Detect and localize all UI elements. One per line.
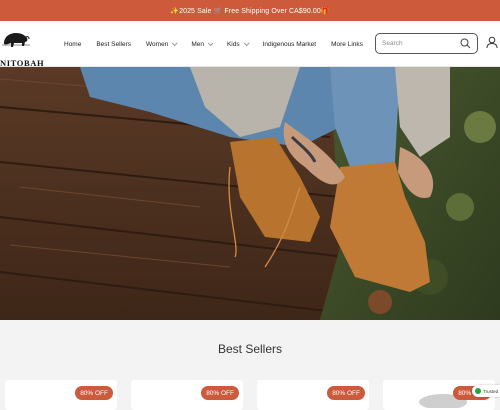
section-title: Best Sellers	[217, 342, 283, 356]
nav-label: Kids	[226, 40, 240, 48]
chevron-down-icon	[172, 40, 178, 47]
nav-label: Indigenous Market	[262, 40, 317, 48]
product-card[interactable]: 80% OFF	[257, 380, 369, 410]
logo[interactable]: NITOBAH	[0, 30, 52, 68]
search-box	[375, 33, 478, 54]
bison-logo-icon	[2, 33, 30, 47]
announcement-bar: ✨2025 Sale 🛒 Free Shipping Over CA$90.00…	[0, 0, 500, 21]
nav-label: Men	[191, 40, 204, 48]
nav-label: More Links	[331, 40, 363, 48]
nav-label: Home	[64, 40, 82, 48]
hero-banner[interactable]	[0, 67, 500, 320]
product-card[interactable]: 80% OFF	[5, 380, 117, 410]
account-icon[interactable]	[486, 36, 498, 49]
shield-check-icon	[475, 388, 481, 394]
discount-badge: 80% OFF	[201, 386, 239, 400]
trusted-badge[interactable]: Trusted	[472, 385, 500, 397]
main-nav: Home Best Sellers Women Men Kids Indigen…	[64, 21, 378, 67]
nav-item-more-links[interactable]: More Links	[331, 41, 363, 48]
product-card[interactable]: 80% OFF	[131, 380, 243, 410]
nav-item-women[interactable]: Women	[146, 40, 178, 48]
announcement-text: ✨2025 Sale 🛒 Free Shipping Over CA$90.00…	[170, 7, 330, 15]
nav-label: Best Sellers	[96, 40, 132, 48]
nav-item-indigenous-market[interactable]: Indigenous Market	[263, 41, 316, 48]
chevron-down-icon	[243, 40, 250, 47]
nav-item-kids[interactable]: Kids	[226, 40, 250, 48]
discount-badge: 80% OFF	[327, 386, 365, 400]
hero-image	[0, 67, 500, 320]
nav-item-men[interactable]: Men	[191, 40, 214, 48]
search-input[interactable]	[382, 37, 457, 50]
trusted-badge-label: Trusted	[483, 388, 499, 394]
chevron-down-icon	[207, 40, 214, 47]
discount-badge: 80% OFF	[75, 386, 113, 400]
nav-item-best-sellers[interactable]: Best Sellers	[96, 41, 131, 48]
search-icon[interactable]	[460, 38, 471, 49]
site-header: NITOBAH Home Best Sellers Women Men Kids…	[0, 21, 500, 68]
nav-item-home[interactable]: Home	[64, 41, 81, 48]
nav-label: Women	[146, 40, 169, 48]
